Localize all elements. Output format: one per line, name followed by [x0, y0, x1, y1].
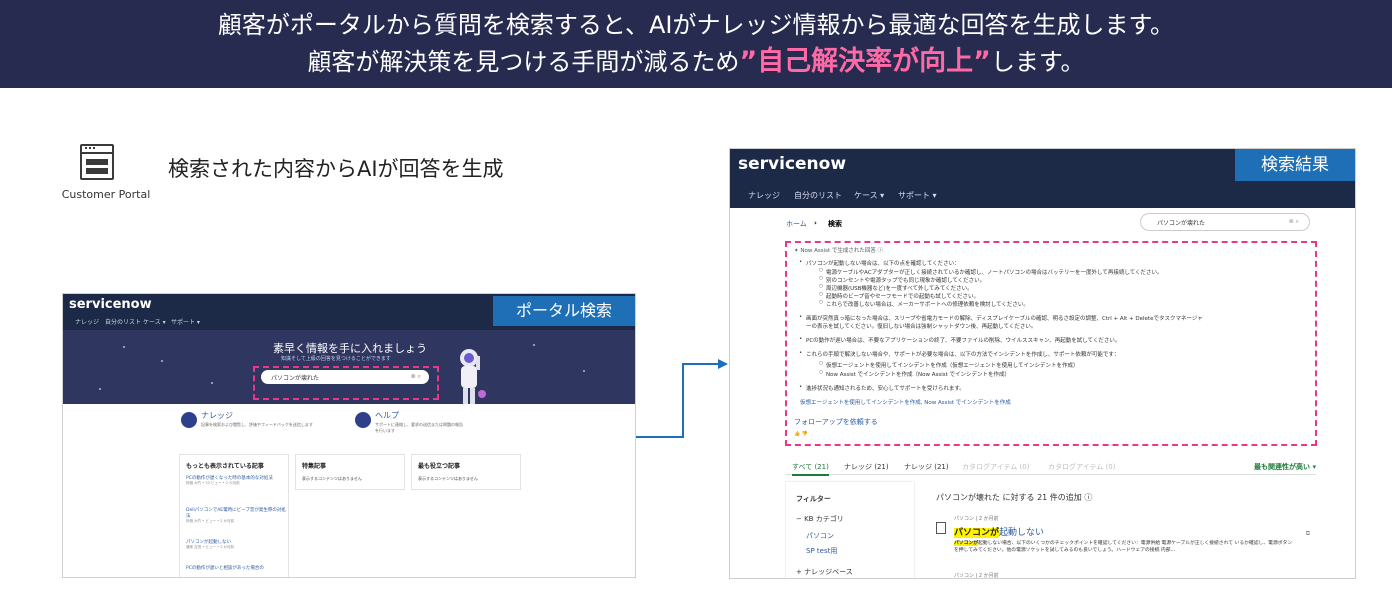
- helpful-card: 最も役立つ記事 表示するコンテンツはありません: [411, 454, 521, 490]
- results-tabs: すべて (21) ナレッジ (21) ナレッジ (21) カタログアイテム (0…: [786, 461, 1316, 476]
- results-topbar: servicenow 検索結果: [730, 149, 1355, 182]
- portal-screenshot: servicenow ナレッジ 自分のリスト ケース ▾ サポート ▾ 素早く情…: [62, 293, 636, 578]
- answer-sub-link[interactable]: 仮想エージェントを使用してインシデントを作成（仮想エージェントを使用してインシデ…: [819, 361, 1078, 369]
- tab-knowledge-2[interactable]: ナレッジ (21): [904, 462, 949, 472]
- results-tag: 検索結果: [1235, 149, 1355, 181]
- search-icon[interactable]: ⊗ ⌕: [1289, 218, 1299, 226]
- astronaut-icon: [460, 349, 486, 404]
- answer-sub: これらで改善しない場合は、メーカーサポートへの修理依頼を検討してください。: [819, 300, 1029, 308]
- answer-links[interactable]: 仮想エージェントを使用してインシデントを作成, Now Assist でインシデ…: [800, 398, 1011, 406]
- portal-search-highlight: [253, 366, 439, 400]
- answer-sub: 起動時のビープ音やセーフモードでの起動も試してください。: [819, 292, 979, 300]
- portal-nav-mylist[interactable]: 自分のリスト: [105, 317, 141, 326]
- sort-dropdown[interactable]: 最も関連性が高い ▾: [1254, 462, 1316, 472]
- breadcrumb-current: 検索: [828, 220, 842, 228]
- answer-bullet: パソコンが起動しない場合は、以下の点を確認してください：: [799, 259, 960, 267]
- results-search-input[interactable]: パソコンが壊れた ⊗ ⌕: [1140, 213, 1310, 231]
- filter-kb-category[interactable]: − KB カテゴリ: [796, 514, 844, 524]
- tab-all[interactable]: すべて (21): [792, 462, 829, 476]
- answer-sub: 電源ケーブルやACアダプターが正しく接続されているか確認し、ノートパソコンの場合…: [819, 268, 1163, 276]
- answer-bullet: 画面が突然真っ暗になった場合は、スリープや省電力モードの解除、ディスプレイケーブ…: [799, 314, 1203, 322]
- card-help-title[interactable]: ヘルプ: [375, 410, 399, 421]
- list-item[interactable]: DellパソコンでAE電時にビープ音が発生際の対処法 評価 大竹 • ビュー • …: [186, 507, 286, 524]
- result-title[interactable]: パソコンが起動しない: [954, 525, 1044, 538]
- connector-line: [636, 436, 684, 438]
- header-banner: 顧客がポータルから質問を検索すると、AIがナレッジ情報から最適な回答を生成します…: [0, 0, 1392, 88]
- filter-panel: フィルター − KB カテゴリ パソコン SP test用 + ナレッジベース: [786, 482, 914, 578]
- servicenow-logo[interactable]: servicenow: [69, 297, 152, 312]
- banner-line-2-pre: 顧客が解決策を見つける手間が減るため: [307, 48, 740, 76]
- banner-line-1: 顧客がポータルから質問を検索すると、AIがナレッジ情報から最適な回答を生成します…: [217, 11, 1175, 39]
- result-meta: パソコン | 2 か月前: [954, 573, 999, 579]
- card-help-desc: サポートに連絡し、要求の送信または問題の報告を行います: [375, 422, 463, 433]
- hero-title: 素早く情報を手に入れましょう: [273, 342, 427, 355]
- servicenow-logo[interactable]: servicenow: [738, 154, 846, 174]
- thumbs-icon[interactable]: 👍 👎: [794, 431, 808, 437]
- follow-up-link[interactable]: フォローアップを依頼する: [794, 417, 878, 427]
- list-item[interactable]: PCの動作が遅いと相談があった場合の: [186, 565, 286, 571]
- filter-category-sptest[interactable]: SP test用: [806, 546, 837, 556]
- featured-empty: 表示するコンテンツはありません: [302, 476, 362, 481]
- card-knowledge-title[interactable]: ナレッジ: [201, 410, 233, 421]
- connector-line: [682, 363, 720, 365]
- banner-line-2-post: します。: [990, 48, 1085, 76]
- result-snippet: パソコンが起動しない場合、以下のいくつかのチェックポイントを確認してください：電…: [954, 541, 1293, 553]
- external-link-icon[interactable]: ⧉: [1306, 530, 1310, 538]
- filter-title: フィルター: [796, 495, 831, 503]
- customer-portal-label: Customer Portal: [61, 188, 151, 201]
- results-screenshot: servicenow 検索結果 ナレッジ 自分のリスト ケース ▾ サポート ▾…: [729, 148, 1356, 579]
- breadcrumb-separator: ›: [814, 219, 817, 227]
- portal-search-tag: ポータル検索: [493, 296, 635, 326]
- answer-bullet: PCの動作が遅い場合は、不要なアプリケーションの終了、不要ファイルの削除、ウイル…: [799, 336, 1120, 344]
- tab-knowledge-1[interactable]: ナレッジ (21): [844, 462, 889, 472]
- portal-nav-knowledge[interactable]: ナレッジ: [75, 317, 99, 326]
- document-icon: [936, 522, 946, 534]
- arrow-right-icon: [718, 359, 728, 369]
- hero-subtitle: 知識そして上級の回答を見つけることができます: [281, 356, 391, 362]
- answer-bullet: 進捗状況も通知されるため、安心してサポートを受けられます。: [799, 384, 965, 392]
- tab-catalog-1[interactable]: カタログアイテム (0): [962, 462, 1029, 472]
- knowledge-icon[interactable]: [181, 412, 197, 428]
- banner-line-2: 顧客が解決策を見つける手間が減るため”自己解決率が向上”します。: [0, 46, 1392, 78]
- portal-nav-cases[interactable]: ケース ▾: [143, 317, 166, 326]
- featured-card: 特集記事 表示するコンテンツはありません: [295, 454, 405, 490]
- list-item[interactable]: PCの動作が遅くなった時の基本的な対処法 評価 大竹 • 33 ビュー • 2 か…: [186, 475, 286, 486]
- list-item[interactable]: パソコンが起動しない 通常 吉田 • ビュー • 2 か月前: [186, 539, 286, 550]
- connector-line: [682, 364, 684, 438]
- filter-category-pc[interactable]: パソコン: [806, 531, 834, 541]
- answer-text: ーの表示を試してください。復旧しない場合は強制シャットダウン後、再起動してくださ…: [806, 324, 1037, 330]
- most-viewed-title: もっとも表示されている記事: [186, 463, 264, 470]
- featured-title: 特集記事: [302, 463, 327, 470]
- now-assist-label: ✦ Now Assist で生成された回答 ⓘ: [794, 248, 884, 254]
- results-list: パソコンが壊れた に対する 21 件の追加 ⓘ パソコン | 2 か月前 パソコ…: [926, 482, 1318, 579]
- tab-catalog-2[interactable]: カタログアイテム (0): [1048, 462, 1115, 472]
- portal-nav-support[interactable]: サポート ▾: [171, 317, 200, 326]
- answer-bullet: これらの手順で解決しない場合や、サポートが必要な場合は、以下の方法でインシデント…: [799, 350, 1119, 358]
- help-icon[interactable]: [355, 412, 371, 428]
- helpful-title: 最も役立つ記事: [418, 463, 461, 470]
- filter-kb-base[interactable]: + ナレッジベース: [796, 567, 853, 577]
- answer-sub: 周辺機器(USB機器など)を一度すべて外してみてください。: [819, 284, 973, 292]
- portal-cards: ナレッジ 記事を検索および閲覧し、評価やフィードバックを送信します ヘルプ サポ…: [63, 404, 635, 448]
- results-nav-cases[interactable]: ケース ▾: [854, 190, 884, 201]
- answer-sub-link[interactable]: Now Assist でインシデントを作成（Now Assist でインシデント…: [819, 370, 1010, 378]
- helpful-empty: 表示するコンテンツはありません: [418, 476, 478, 481]
- portal-article-lists: もっとも表示されている記事 PCの動作が遅くなった時の基本的な対処法 評価 大竹 …: [179, 454, 525, 577]
- results-header: パソコンが壊れた に対する 21 件の追加 ⓘ: [936, 493, 1093, 502]
- result-meta: パソコン | 2 か月前: [954, 516, 999, 522]
- results-search-value: パソコンが壊れた: [1157, 220, 1206, 227]
- results-nav-knowledge[interactable]: ナレッジ: [748, 190, 780, 201]
- answer-sub: 別のコンセントや電源タップでも同じ現象か確認してください。: [819, 276, 985, 284]
- browser-window-icon: [80, 144, 114, 180]
- breadcrumb-home[interactable]: ホーム: [786, 219, 807, 229]
- banner-highlight: ”自己解決率が向上”: [739, 46, 991, 77]
- most-viewed-card: もっとも表示されている記事 PCの動作が遅くなった時の基本的な対処法 評価 大竹 …: [179, 454, 289, 577]
- results-nav-mylist[interactable]: 自分のリスト: [794, 190, 842, 201]
- card-knowledge-desc: 記事を検索および閲覧し、評価やフィードバックを送信します: [201, 422, 313, 427]
- slide: 顧客がポータルから質問を検索すると、AIがナレッジ情報から最適な回答を生成します…: [0, 0, 1392, 607]
- results-nav-support[interactable]: サポート ▾: [898, 190, 937, 201]
- left-heading: 検索された内容からAIが回答を生成: [168, 157, 504, 181]
- results-nav: ナレッジ 自分のリスト ケース ▾ サポート ▾: [730, 182, 1355, 208]
